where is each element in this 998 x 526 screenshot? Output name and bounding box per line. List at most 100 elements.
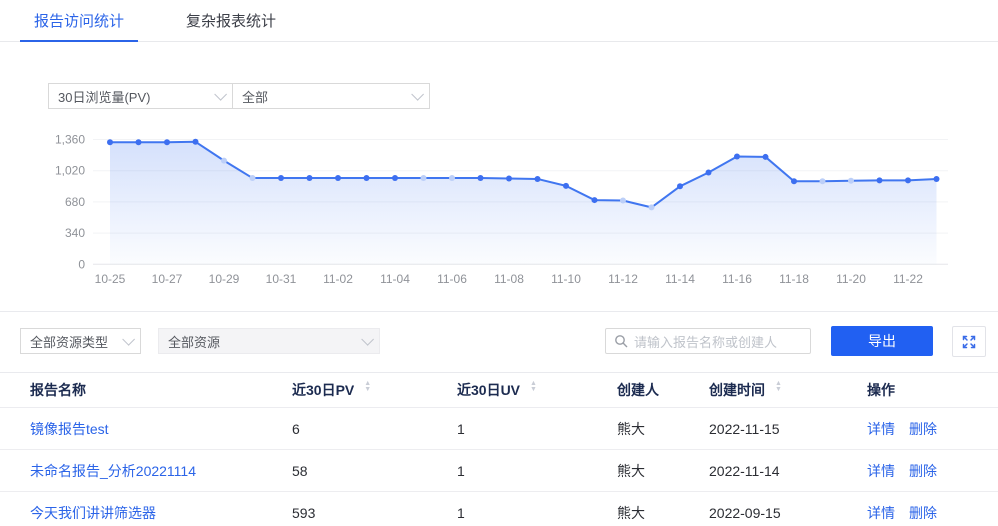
chart-point[interactable] xyxy=(335,175,341,181)
chart-point[interactable] xyxy=(164,139,170,145)
delete-link[interactable]: 删除 xyxy=(909,461,937,481)
resource-type-value: 全部资源类型 xyxy=(30,332,108,351)
x-tick-label: 10-29 xyxy=(209,272,240,286)
sort-caret-icon[interactable]: ▲▼ xyxy=(775,384,782,396)
chevron-down-icon xyxy=(214,88,227,101)
created-date-text: 2022-09-15 xyxy=(709,505,781,521)
x-tick-label: 11-06 xyxy=(437,272,467,286)
chevron-down-icon xyxy=(361,333,374,346)
chart-point[interactable] xyxy=(763,154,769,160)
chart-point[interactable] xyxy=(734,153,740,159)
uv-value: 1 xyxy=(457,421,617,437)
y-tick-label: 1,360 xyxy=(55,133,85,147)
chart-point[interactable] xyxy=(877,177,883,183)
y-tick-label: 0 xyxy=(78,257,85,271)
uv-value: 1 xyxy=(457,463,617,479)
chart-point[interactable] xyxy=(820,178,826,184)
table-body: 镜像报告test61熊大2022-11-15详情删除未命名报告_分析202211… xyxy=(0,408,998,526)
report-name-link: 今天我们讲讲筛选器 xyxy=(30,503,292,523)
report-search-input[interactable]: 请输入报告名称或创建人 xyxy=(605,328,811,354)
column-label: 近30日PV xyxy=(292,380,354,400)
chart-point[interactable] xyxy=(506,176,512,182)
chart-point[interactable] xyxy=(848,178,854,184)
chart-point[interactable] xyxy=(193,139,199,145)
creator-value: 熊大 xyxy=(617,461,709,481)
fullscreen-button[interactable] xyxy=(952,326,986,357)
resource-type-select[interactable]: 全部资源类型 xyxy=(20,328,141,354)
sort-caret-icon[interactable]: ▲▼ xyxy=(530,384,537,396)
chart-point[interactable] xyxy=(649,204,655,210)
tab-bar: 报告访问统计 复杂报表统计 xyxy=(0,0,998,42)
uv-value-text: 1 xyxy=(457,421,465,437)
created-date-text: 2022-11-15 xyxy=(709,421,780,437)
chart-point[interactable] xyxy=(107,139,113,145)
sort-caret-icon[interactable]: ▲▼ xyxy=(364,384,371,396)
y-tick-label: 1,020 xyxy=(55,164,85,178)
chart-point[interactable] xyxy=(221,158,227,164)
detail-link[interactable]: 详情 xyxy=(867,461,895,481)
y-tick-label: 680 xyxy=(65,195,85,209)
creator-value: 熊大 xyxy=(617,503,709,523)
delete-link[interactable]: 删除 xyxy=(909,419,937,439)
tab-report-access-stats[interactable]: 报告访问统计 xyxy=(20,0,138,41)
export-button[interactable]: 导出 xyxy=(831,326,933,356)
x-tick-label: 11-10 xyxy=(551,272,581,286)
table-header-cell: 操作 xyxy=(867,380,998,400)
chevron-down-icon xyxy=(411,88,424,101)
report-name-link-text[interactable]: 镜像报告test xyxy=(30,419,109,439)
report-statistics-page: 报告访问统计 复杂报表统计 30日浏览量(PV) 全部 0 340 680 1,020… xyxy=(0,0,998,526)
x-tick-label: 10-25 xyxy=(95,272,126,286)
chart-point[interactable] xyxy=(535,176,541,182)
chart-point[interactable] xyxy=(478,175,484,181)
delete-link[interactable]: 删除 xyxy=(909,503,937,523)
search-placeholder: 请输入报告名称或创建人 xyxy=(634,332,777,351)
x-tick-label: 10-27 xyxy=(152,272,183,286)
search-icon xyxy=(614,334,628,348)
metric-select-value: 30日浏览量(PV) xyxy=(58,87,150,106)
column-label: 创建人 xyxy=(617,380,659,400)
pv-trend-chart: 03406801,0201,36010-2510-2710-2910-3111-… xyxy=(0,125,998,295)
creator-value-text: 熊大 xyxy=(617,503,645,523)
y-tick-label: 340 xyxy=(65,226,85,240)
report-name-link-text[interactable]: 今天我们讲讲筛选器 xyxy=(30,503,156,523)
chart-point[interactable] xyxy=(677,183,683,189)
table-header-cell: 创建时间 ▲▼ xyxy=(709,380,867,400)
chart-point[interactable] xyxy=(563,183,569,189)
chart-point[interactable] xyxy=(592,197,598,203)
chart-point[interactable] xyxy=(791,178,797,184)
detail-link[interactable]: 详情 xyxy=(867,503,895,523)
trend-chart-svg: 03406801,0201,36010-2510-2710-2910-3111-… xyxy=(0,125,998,295)
x-tick-label: 11-02 xyxy=(323,272,353,286)
metric-select[interactable]: 30日浏览量(PV) xyxy=(48,83,233,109)
detail-link[interactable]: 详情 xyxy=(867,419,895,439)
chart-point[interactable] xyxy=(934,176,940,182)
table-row: 未命名报告_分析20221114581熊大2022-11-14详情删除 xyxy=(0,450,998,492)
table-header-cell: 报告名称 xyxy=(30,380,292,400)
column-label: 创建时间 xyxy=(709,380,765,400)
created-date: 2022-09-15 xyxy=(709,505,867,521)
uv-value: 1 xyxy=(457,505,617,521)
chart-point[interactable] xyxy=(278,175,284,181)
chart-point[interactable] xyxy=(706,170,712,176)
x-tick-label: 11-12 xyxy=(608,272,638,286)
chart-point[interactable] xyxy=(364,175,370,181)
pv-value-text: 58 xyxy=(292,463,308,479)
chart-point[interactable] xyxy=(449,175,455,181)
scope-select[interactable]: 全部 xyxy=(232,83,430,109)
creator-value: 熊大 xyxy=(617,419,709,439)
chart-point[interactable] xyxy=(620,198,626,204)
report-name-link-text[interactable]: 未命名报告_分析20221114 xyxy=(30,461,196,481)
x-tick-label: 11-16 xyxy=(722,272,752,286)
chart-point[interactable] xyxy=(905,177,911,183)
chart-point[interactable] xyxy=(250,175,256,181)
chart-point[interactable] xyxy=(392,175,398,181)
pv-value-text: 6 xyxy=(292,421,300,437)
chart-point[interactable] xyxy=(307,175,313,181)
tab-complex-report-stats[interactable]: 复杂报表统计 xyxy=(172,0,290,41)
resource-select[interactable]: 全部资源 xyxy=(158,328,380,354)
x-tick-label: 11-18 xyxy=(779,272,809,286)
expand-icon xyxy=(961,334,977,350)
chart-point[interactable] xyxy=(136,139,142,145)
column-label: 报告名称 xyxy=(30,380,86,400)
chart-point[interactable] xyxy=(421,175,427,181)
